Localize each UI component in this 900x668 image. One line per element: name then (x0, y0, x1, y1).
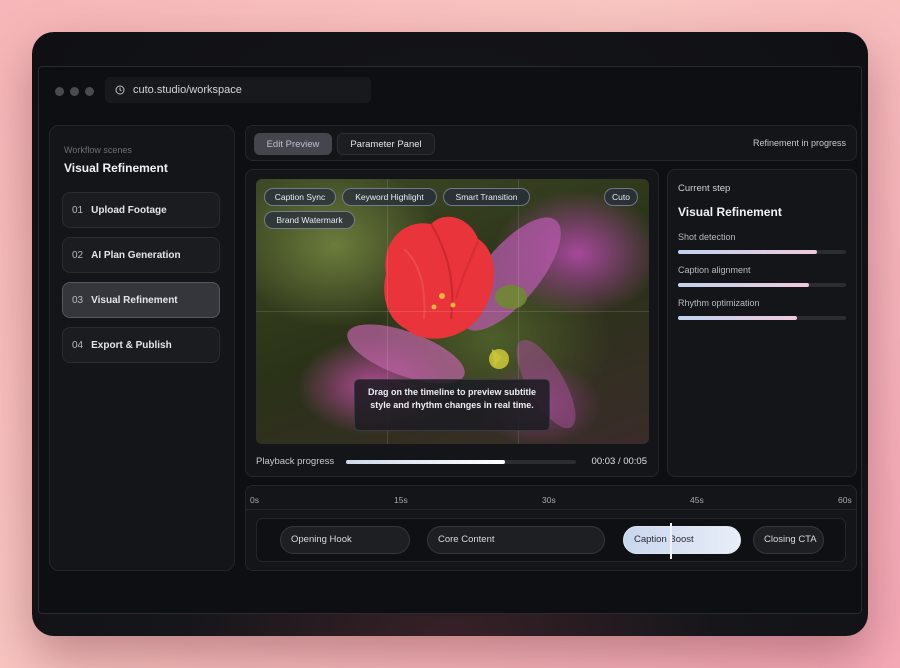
tick-label: 30s (542, 495, 556, 505)
clip-closing-cta[interactable]: Closing CTA (753, 526, 824, 554)
tick-label: 0s (250, 495, 259, 505)
metric-track (678, 316, 846, 320)
clip-core-content[interactable]: Core Content (427, 526, 605, 554)
clock-icon (115, 85, 125, 95)
metric-label: Caption alignment (678, 265, 751, 275)
metric-shot-detection: Shot detection (678, 232, 846, 254)
metric-track (678, 283, 846, 287)
tick-label: 45s (690, 495, 704, 505)
clip-opening-hook[interactable]: Opening Hook (280, 526, 410, 554)
chip-brand-watermark[interactable]: Brand Watermark (264, 211, 355, 229)
metric-track (678, 250, 846, 254)
parameter-panel-button[interactable]: Parameter Panel (337, 133, 435, 155)
app-window: cuto.studio/workspace Workflow scenes Vi… (32, 32, 868, 636)
window-controls (55, 87, 94, 96)
scene-label: AI Plan Generation (91, 249, 181, 261)
workflow-sidebar: Workflow scenes Visual Refinement 01 Upl… (49, 125, 235, 571)
grid-line (256, 311, 649, 312)
edit-preview-button[interactable]: Edit Preview (254, 133, 332, 155)
timeline-hint-tooltip: Drag on the timeline to preview subtitle… (354, 379, 550, 431)
metric-fill (678, 316, 798, 320)
scene-number: 03 (72, 294, 84, 306)
close-dot[interactable] (55, 87, 64, 96)
scene-upload-footage[interactable]: 01 Upload Footage (62, 192, 220, 228)
scene-number: 04 (72, 339, 84, 351)
step-title: Visual Refinement (678, 205, 782, 219)
metric-label: Shot detection (678, 232, 736, 242)
sidebar-title: Visual Refinement (64, 161, 168, 175)
address-bar[interactable]: cuto.studio/workspace (105, 77, 371, 103)
video-preview[interactable]: Caption Sync Keyword Highlight Smart Tra… (256, 179, 649, 444)
maximize-dot[interactable] (85, 87, 94, 96)
browser-bar: cuto.studio/workspace (39, 67, 861, 119)
playback-progress-bar[interactable] (346, 460, 576, 464)
preview-panel: Caption Sync Keyword Highlight Smart Tra… (245, 169, 659, 477)
scene-visual-refinement[interactable]: 03 Visual Refinement (62, 282, 220, 318)
chip-keyword-highlight[interactable]: Keyword Highlight (342, 188, 437, 206)
metric-caption-alignment: Caption alignment (678, 265, 846, 287)
scene-label: Export & Publish (91, 339, 172, 351)
timeline-track[interactable]: Opening Hook Core Content Caption Boost … (256, 518, 846, 562)
tick-label: 60s (838, 495, 852, 505)
timeline-panel: 0s 15s 30s 45s 60s Opening Hook Core Con… (245, 485, 857, 571)
scene-number: 02 (72, 249, 84, 261)
scene-label: Upload Footage (91, 204, 167, 216)
workspace-frame: cuto.studio/workspace Workflow scenes Vi… (38, 66, 862, 614)
playhead[interactable] (670, 523, 672, 559)
sidebar-caption: Workflow scenes (64, 145, 132, 155)
metric-fill (678, 250, 818, 254)
metric-fill (678, 283, 810, 287)
editor-toolbar: Edit Preview Parameter Panel Refinement … (245, 125, 857, 161)
scene-number: 01 (72, 204, 84, 216)
timeline-divider (246, 509, 856, 510)
status-text: Refinement in progress (752, 138, 846, 148)
metric-label: Rhythm optimization (678, 298, 760, 308)
metric-rhythm-optimization: Rhythm optimization (678, 298, 846, 320)
scene-ai-plan-generation[interactable]: 02 AI Plan Generation (62, 237, 220, 273)
tick-label: 15s (394, 495, 408, 505)
chip-caption-sync[interactable]: Caption Sync (264, 188, 336, 206)
scene-label: Visual Refinement (91, 294, 178, 306)
step-caption: Current step (678, 183, 731, 194)
playback-time: 00:03 / 00:05 (591, 456, 647, 467)
url-text: cuto.studio/workspace (133, 84, 242, 96)
current-step-panel: Current step Visual Refinement Shot dete… (667, 169, 857, 477)
scene-export-publish[interactable]: 04 Export & Publish (62, 327, 220, 363)
brand-badge: Cuto (604, 188, 638, 206)
playback-label: Playback progress (256, 456, 335, 467)
playback-progress-fill (346, 460, 505, 464)
clip-caption-boost[interactable]: Caption Boost (623, 526, 741, 554)
chip-smart-transition[interactable]: Smart Transition (443, 188, 530, 206)
minimize-dot[interactable] (70, 87, 79, 96)
